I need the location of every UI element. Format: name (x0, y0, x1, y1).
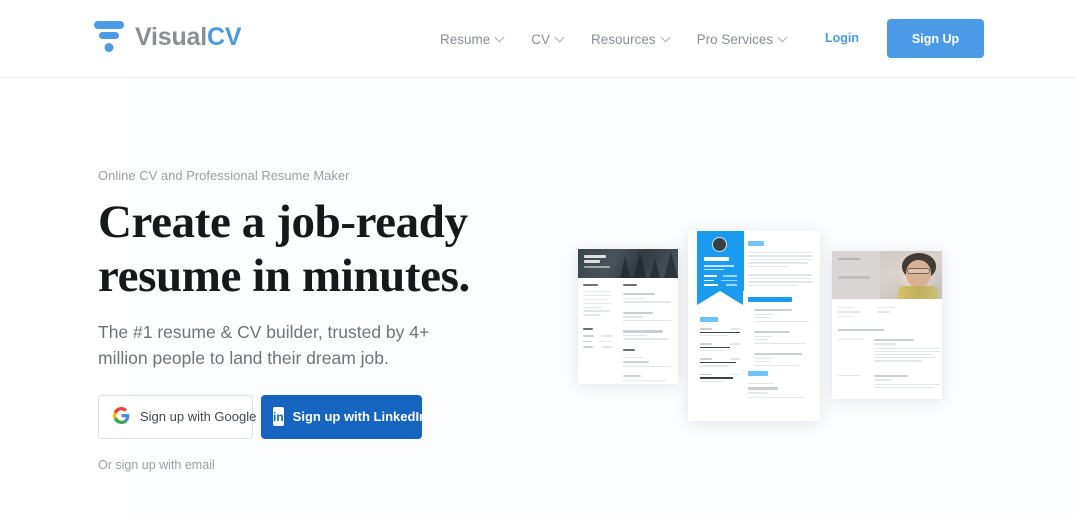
center-resume-blue-banner (697, 231, 744, 305)
chevron-down-icon (496, 34, 505, 43)
center-resume-about-section (748, 241, 812, 286)
resume-template-previews (560, 215, 1000, 515)
brand-name: VisualCV (135, 22, 242, 52)
nav-item-cv-label: CV (531, 31, 551, 47)
brand-logo[interactable]: VisualCV (92, 19, 242, 55)
hero-subheadline: The #1 resume & CV builder, trusted by 4… (98, 322, 430, 368)
signup-with-linkedin-label: Sign up with LinkedIn (292, 409, 427, 425)
chevron-down-icon (556, 34, 565, 43)
signup-with-google-button[interactable]: Sign up with Google (98, 394, 257, 439)
nav-item-resume[interactable]: Resume (440, 32, 505, 47)
main-navigation: Resume CV Resources Pro Services (440, 0, 788, 78)
nav-item-resume-label: Resume (440, 31, 491, 47)
chevron-down-icon (779, 34, 788, 43)
hero-eyebrow: Online CV and Professional Resume Maker (98, 168, 350, 183)
right-resume-photo-header (832, 251, 942, 299)
center-resume-avatar (712, 237, 727, 252)
brand-name-part2: CV (207, 22, 242, 51)
nav-item-cv[interactable]: CV (531, 32, 565, 47)
nav-item-resources-label: Resources (591, 31, 656, 47)
center-resume-template[interactable] (688, 231, 820, 421)
chevron-down-icon (662, 34, 671, 43)
hero-section: Online CV and Professional Resume Maker … (98, 168, 518, 472)
center-resume-education-section (748, 371, 812, 398)
glasses-icon (907, 268, 930, 274)
center-resume-experience-section (748, 297, 812, 366)
site-header: VisualCV Resume CV Resources Pro Service… (0, 0, 1075, 78)
hero-headline: Create a job-ready resume in minutes. (98, 196, 518, 303)
right-resume-portrait-photo (880, 251, 942, 299)
nav-item-resources[interactable]: Resources (591, 32, 671, 47)
signup-with-google-label: Sign up with Google (140, 409, 257, 425)
nav-item-pro-services[interactable]: Pro Services (697, 32, 789, 47)
funnel-logo-icon (92, 19, 126, 55)
brand-name-part1: Visual (135, 22, 207, 51)
hero-headline-line2: resume in minutes. (98, 249, 470, 302)
signup-options: Sign up with Google in Sign up with Link… (98, 394, 518, 439)
left-resume-photo-banner (578, 249, 678, 278)
login-link[interactable]: Login (825, 31, 859, 45)
linkedin-in-icon: in (273, 407, 284, 427)
hero-headline-line1: Create a job-ready (98, 196, 468, 248)
google-g-icon (113, 406, 130, 427)
landing-page: VisualCV Resume CV Resources Pro Service… (0, 0, 1075, 515)
nav-item-pro-services-label: Pro Services (696, 31, 774, 47)
left-resume-name (584, 255, 610, 268)
right-resume-template[interactable] (832, 251, 942, 399)
signup-with-linkedin-button[interactable]: in Sign up with LinkedIn (261, 394, 427, 439)
signup-with-email-link[interactable]: Or sign up with email (98, 458, 518, 472)
center-resume-skills-section (700, 317, 740, 382)
signup-button[interactable]: Sign Up (887, 19, 984, 58)
left-resume-template[interactable] (578, 249, 678, 384)
